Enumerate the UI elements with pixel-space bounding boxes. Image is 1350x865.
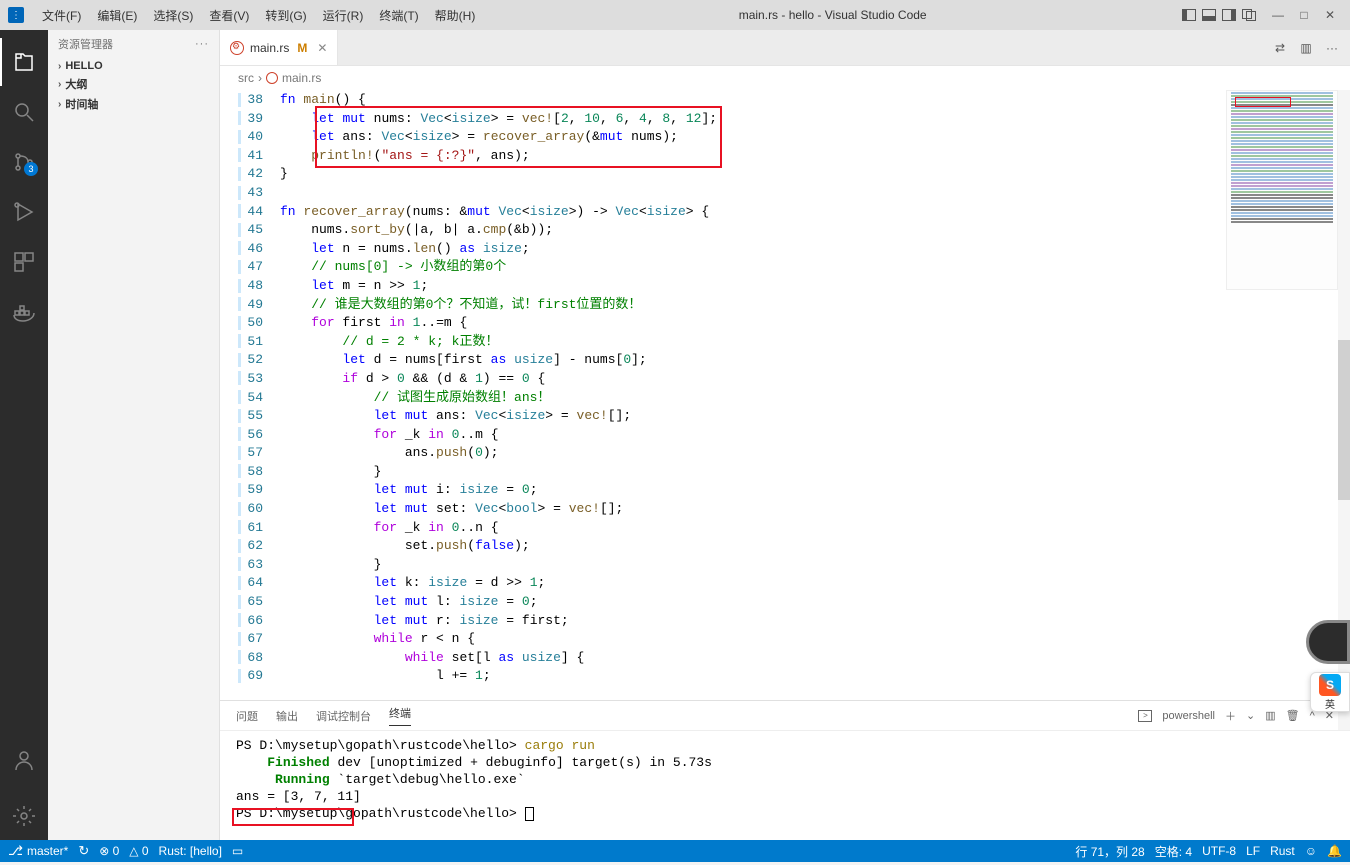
status-errors[interactable]: ⊗ 0 — [99, 844, 119, 858]
ime-indicator[interactable]: S 英 — [1310, 672, 1350, 712]
sidebar-header: 资源管理器 ··· — [48, 30, 219, 58]
sogou-logo-icon: S — [1319, 674, 1341, 696]
menu-view[interactable]: 查看(V) — [201, 3, 257, 28]
split-editor-icon[interactable]: ▥ — [1298, 40, 1314, 56]
rust-file-icon — [266, 72, 278, 84]
code-editor[interactable]: 3839404142434445464748495051525354555657… — [220, 90, 1350, 700]
explorer-sidebar: 资源管理器 ··· ›HELLO ›大纲 ›时间轴 — [48, 30, 220, 840]
window-close-icon[interactable]: ✕ — [1318, 3, 1342, 27]
breadcrumb-separator: › — [258, 71, 262, 85]
activity-bar: 3 — [0, 30, 48, 840]
chevron-right-icon: › — [58, 61, 61, 72]
terminal-shell-label[interactable]: powershell — [1162, 710, 1215, 722]
sidebar-title: 资源管理器 — [58, 36, 113, 52]
panel-tab-terminal[interactable]: 终端 — [389, 705, 411, 726]
panel-tab-problems[interactable]: 问题 — [236, 708, 258, 724]
status-warnings[interactable]: △ 0 — [129, 844, 148, 858]
activity-settings-icon[interactable] — [0, 792, 48, 840]
layout-customize-icon[interactable] — [1242, 9, 1256, 21]
sidebar-section-hello[interactable]: ›HELLO — [48, 58, 219, 74]
status-bell-icon[interactable]: 🔔 — [1327, 844, 1342, 858]
status-language[interactable]: Rust — [1270, 844, 1295, 858]
sidebar-more-icon[interactable]: ··· — [195, 38, 209, 50]
tab-bar: main.rs M ✕ ⇄ ▥ ··· — [220, 30, 1350, 66]
activity-extensions-icon[interactable] — [0, 238, 48, 286]
powershell-icon[interactable]: > — [1138, 710, 1152, 722]
status-sync[interactable]: ↻ — [78, 843, 89, 859]
scm-badge: 3 — [24, 162, 38, 176]
kill-terminal-icon[interactable]: 🗑 — [1286, 709, 1300, 722]
editor-area: main.rs M ✕ ⇄ ▥ ··· src › main.rs 383940… — [220, 30, 1350, 840]
layout-bottom-icon[interactable] — [1202, 9, 1216, 21]
panel-tab-output[interactable]: 输出 — [276, 708, 298, 724]
status-encoding[interactable]: UTF-8 — [1202, 844, 1236, 858]
status-ln-col[interactable]: 行 71，列 28 — [1075, 843, 1144, 860]
bottom-panel: 问题 输出 调试控制台 终端 > powershell ＋ ⌄ ▥ 🗑 ^ ✕ … — [220, 700, 1350, 840]
status-select-icon[interactable]: ▭ — [232, 844, 243, 858]
chevron-right-icon: › — [58, 99, 61, 110]
breadcrumb[interactable]: src › main.rs — [220, 66, 1350, 90]
menu-help[interactable]: 帮助(H) — [427, 3, 484, 28]
activity-docker-icon[interactable] — [0, 288, 48, 336]
window-title: main.rs - hello - Visual Studio Code — [483, 8, 1182, 22]
tab-close-icon[interactable]: ✕ — [317, 41, 327, 55]
rust-file-icon — [230, 41, 244, 55]
menu-file[interactable]: 文件(F) — [34, 3, 89, 28]
menu-go[interactable]: 转到(G) — [257, 3, 314, 28]
editor-tab-main-rs[interactable]: main.rs M ✕ — [220, 30, 338, 65]
menu-terminal[interactable]: 终端(T) — [371, 3, 426, 28]
layout-right-icon[interactable] — [1222, 9, 1236, 21]
chevron-right-icon: › — [58, 79, 61, 90]
activity-account-icon[interactable] — [0, 736, 48, 784]
status-bar: ⎇master* ↻ ⊗ 0 △ 0 Rust: [hello] ▭ 行 71，… — [0, 840, 1350, 862]
menu-run[interactable]: 运行(R) — [315, 3, 372, 28]
window-maximize-icon[interactable]: □ — [1292, 3, 1316, 27]
new-terminal-icon[interactable]: ＋ — [1225, 708, 1236, 724]
terminal-content[interactable]: PS D:\mysetup\gopath\rustcode\hello> car… — [220, 731, 1350, 840]
code-content[interactable]: fn main() { let mut nums: Vec<isize> = v… — [280, 90, 1350, 700]
split-terminal-icon[interactable]: ▥ — [1265, 709, 1275, 722]
sidebar-section-timeline[interactable]: ›时间轴 — [48, 94, 219, 114]
tab-modified-indicator: M — [297, 41, 307, 55]
menu-edit[interactable]: 编辑(E) — [89, 3, 145, 28]
breadcrumb-item[interactable]: main.rs — [282, 71, 321, 85]
terminal-dropdown-icon[interactable]: ⌄ — [1246, 709, 1255, 722]
compare-changes-icon[interactable]: ⇄ — [1272, 40, 1288, 56]
menu-selection[interactable]: 选择(S) — [145, 3, 201, 28]
layout-left-icon[interactable] — [1182, 9, 1196, 21]
minimap[interactable] — [1226, 90, 1338, 290]
more-actions-icon[interactable]: ··· — [1324, 40, 1340, 56]
floating-badge-icon[interactable] — [1306, 620, 1350, 664]
activity-debug-icon[interactable] — [0, 188, 48, 236]
sidebar-section-outline[interactable]: ›大纲 — [48, 74, 219, 94]
status-spaces[interactable]: 空格: 4 — [1155, 843, 1192, 860]
breadcrumb-item[interactable]: src — [238, 71, 254, 85]
status-rust-analyzer[interactable]: Rust: [hello] — [159, 844, 222, 858]
scrollbar-thumb[interactable] — [1338, 340, 1350, 500]
panel-tab-debug-console[interactable]: 调试控制台 — [316, 708, 371, 724]
status-feedback-icon[interactable]: ☺ — [1305, 844, 1317, 858]
panel-tabs: 问题 输出 调试控制台 终端 > powershell ＋ ⌄ ▥ 🗑 ^ ✕ — [220, 701, 1350, 731]
line-gutter: 3839404142434445464748495051525354555657… — [220, 90, 280, 700]
status-eol[interactable]: LF — [1246, 844, 1260, 858]
activity-explorer-icon[interactable] — [0, 38, 48, 86]
tab-filename: main.rs — [250, 41, 289, 55]
ime-mode-label: 英 — [1325, 696, 1335, 711]
window-minimize-icon[interactable]: — — [1266, 3, 1290, 27]
status-branch[interactable]: ⎇master* — [8, 843, 68, 859]
vscode-logo-icon — [8, 7, 24, 23]
git-branch-icon: ⎇ — [8, 843, 23, 859]
activity-search-icon[interactable] — [0, 88, 48, 136]
title-bar: 文件(F) 编辑(E) 选择(S) 查看(V) 转到(G) 运行(R) 终端(T… — [0, 0, 1350, 30]
sync-icon: ↻ — [78, 843, 89, 859]
activity-scm-icon[interactable]: 3 — [0, 138, 48, 186]
